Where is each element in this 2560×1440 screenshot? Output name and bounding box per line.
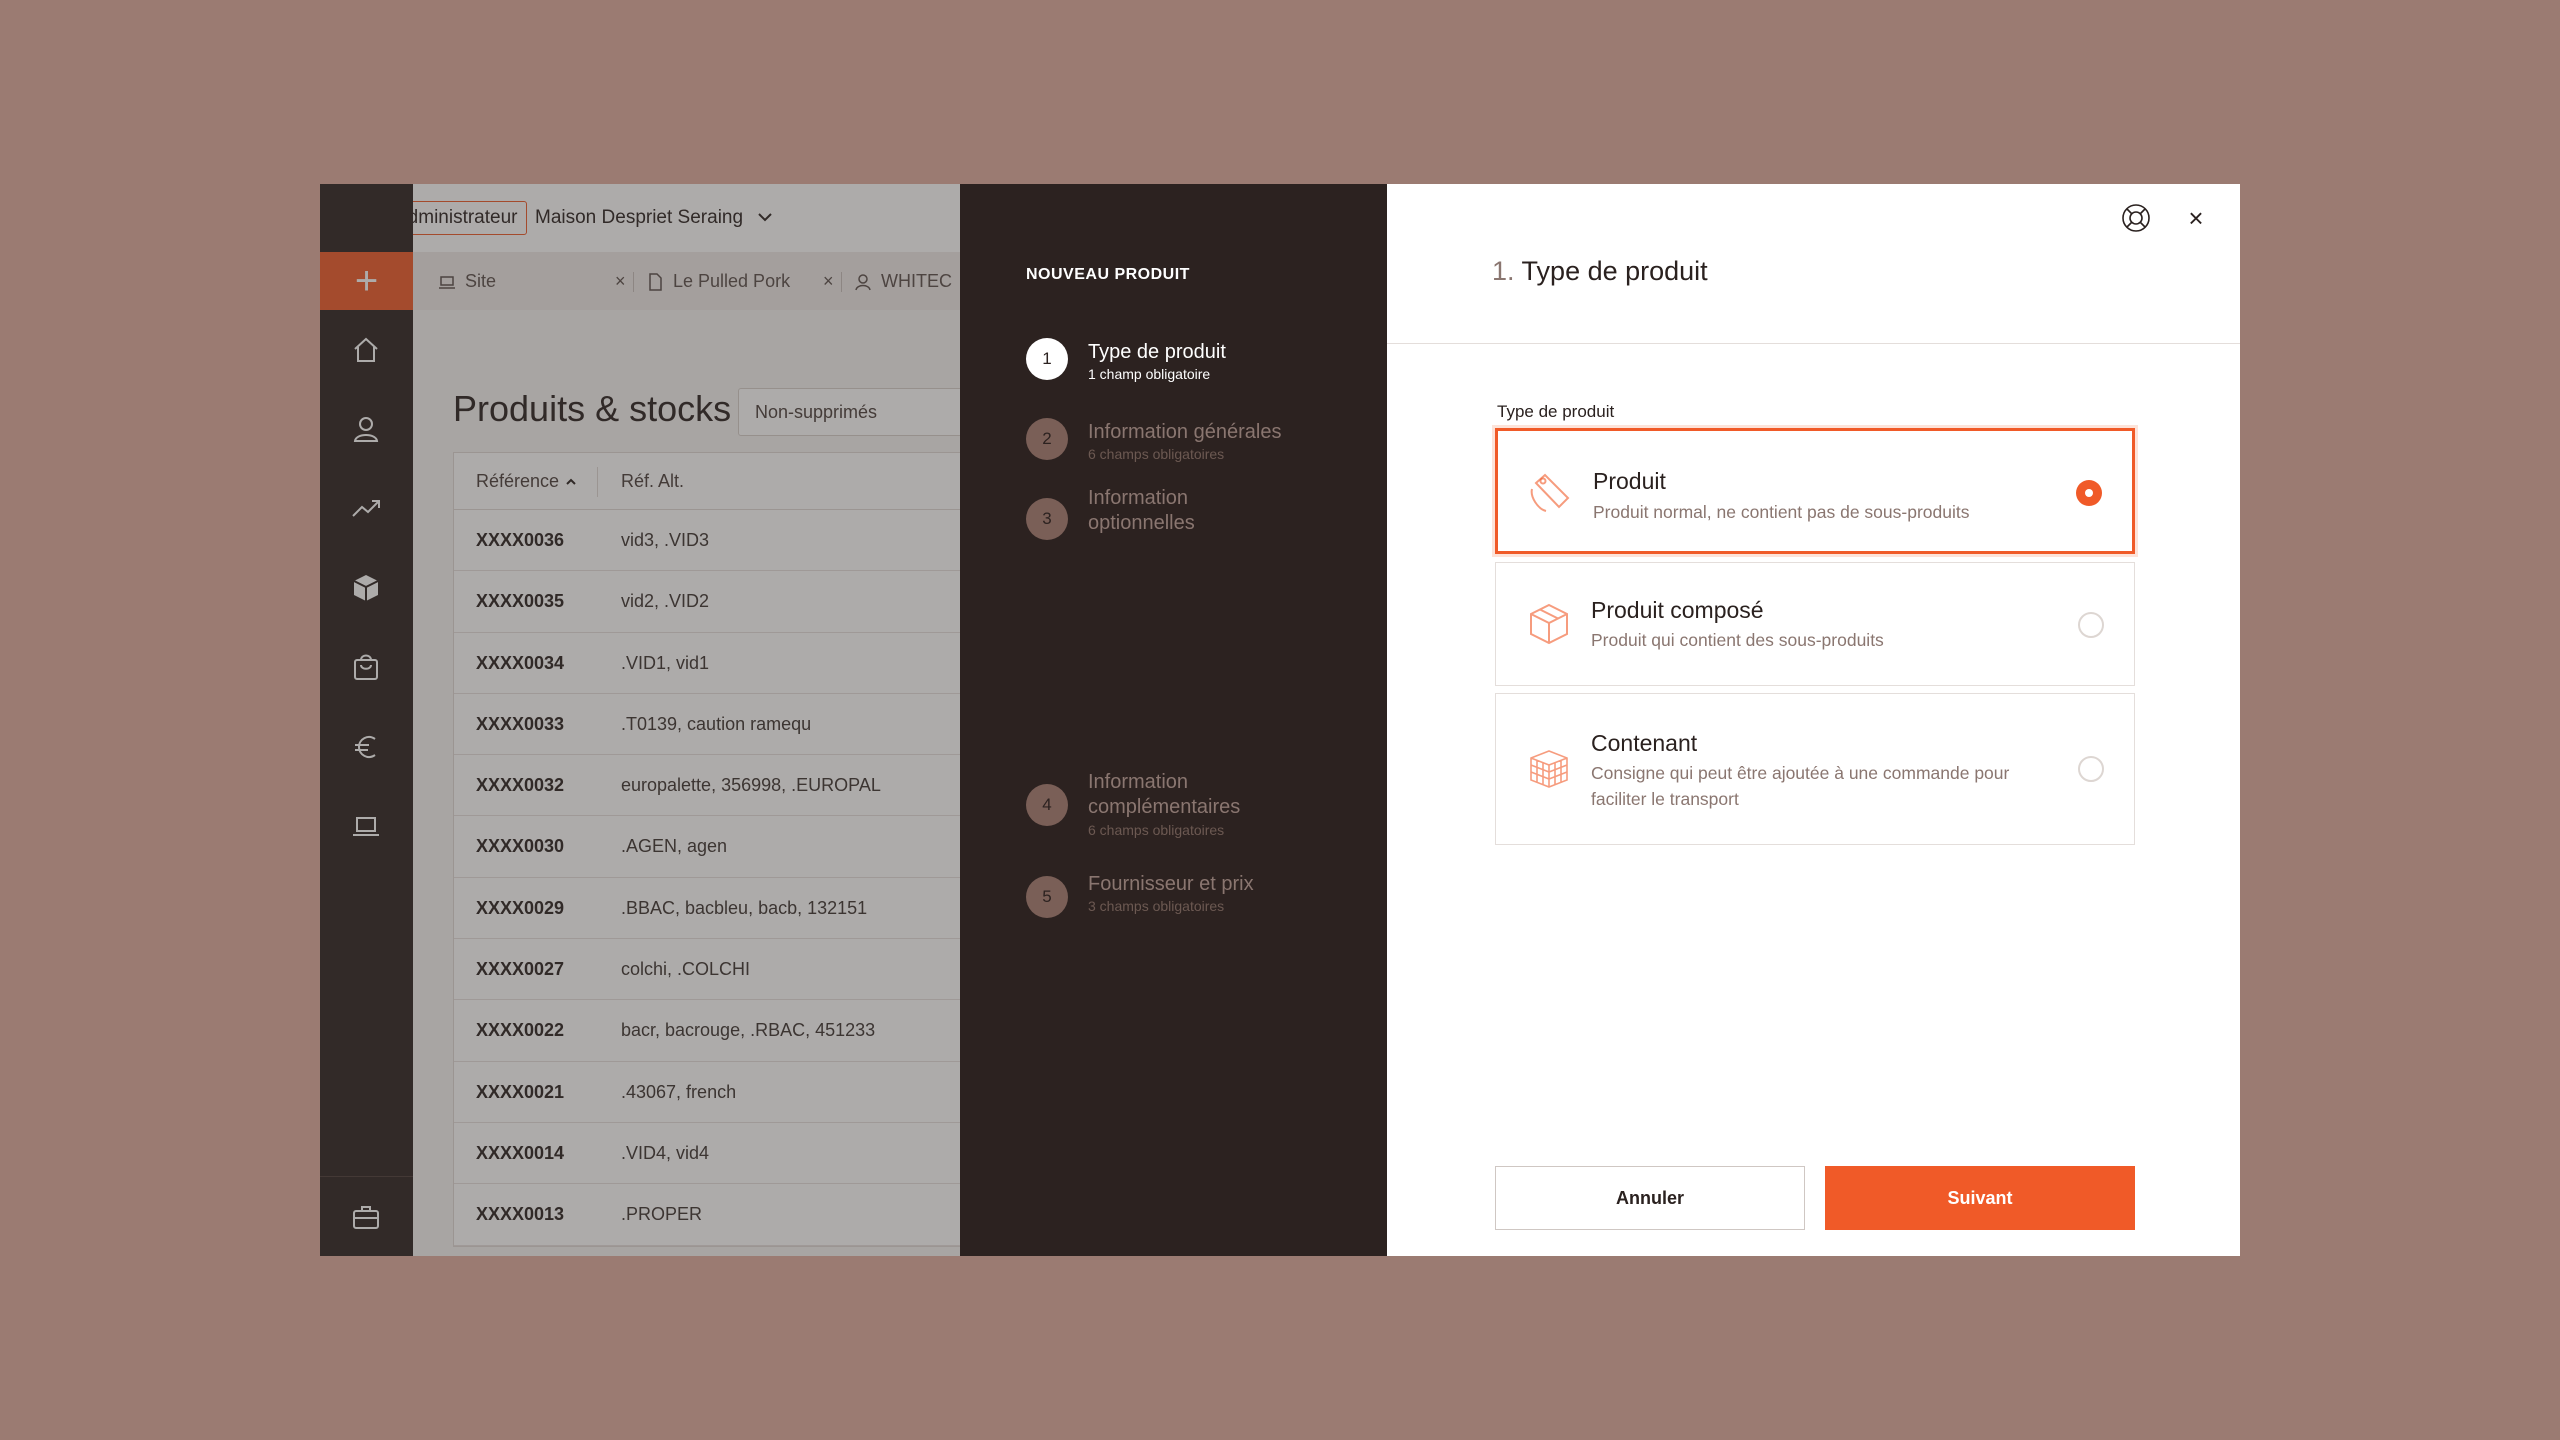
modal-title: 1. Type de produit [1492,256,1708,287]
radio-selected[interactable] [2076,480,2102,506]
step-sub: 6 champs obligatoires [1088,822,1225,838]
cancel-button[interactable]: Annuler [1495,1166,1805,1230]
modal-header: × 1. Type de produit [1387,184,2240,344]
step-number: 5 [1026,876,1068,918]
step-sub: 1 champ obligatoire [1088,366,1211,382]
option-description: Consigne qui peut être ajoutée à une com… [1591,763,2010,809]
option-title: Contenant [1591,730,1698,756]
tag-icon [1530,473,1570,512]
option-title: Produit composé [1591,597,1764,623]
crate-icon [1530,750,1568,788]
step-label: Information générales [1088,421,1282,443]
step-number: 4 [1026,784,1068,826]
option-produit[interactable]: Produit Produit normal, ne contient pas … [1495,428,2135,554]
background-app: Administrateur Maison Despriet Seraing + [320,184,960,1256]
wizard-title: NOUVEAU PRODUIT [1026,266,1190,283]
step-number: 1. [1492,256,1515,286]
option-description: Produit qui contient des sous-produits [1591,630,1884,650]
next-button[interactable]: Suivant [1825,1166,2135,1230]
wizard-stepper: NOUVEAU PRODUIT 1 Type de produit 1 cham… [960,184,1387,1256]
option-title: Produit [1593,468,1666,494]
step-label: Type de produit [1088,341,1226,363]
step-number: 3 [1026,498,1068,540]
step-label: Information optionnelles [1088,487,1195,534]
modal-backdrop[interactable] [320,184,960,1256]
field-label: Type de produit [1497,402,1615,421]
radio-unselected[interactable] [2078,612,2104,638]
step-number: 1 [1026,338,1068,380]
step-label: Information complémentaires [1088,771,1241,818]
product-type-modal: × 1. Type de produit Type de produit Pro… [1387,184,2240,1256]
step-number: 2 [1026,418,1068,460]
app-window: Administrateur Maison Despriet Seraing + [320,184,2240,1256]
option-description: Produit normal, ne contient pas de sous-… [1593,502,1970,522]
option-contenant[interactable]: Contenant Consigne qui peut être ajoutée… [1495,693,2135,845]
help-icon[interactable] [2120,202,2152,234]
step-sub: 3 champs obligatoires [1088,898,1225,914]
step-title: Type de produit [1521,256,1708,286]
option-produit-compose[interactable]: Produit composé Produit qui contient des… [1495,562,2135,686]
radio-unselected[interactable] [2078,756,2104,782]
close-icon[interactable]: × [2182,204,2210,232]
step-label: Fournisseur et prix [1088,873,1254,895]
box-icon [1530,603,1568,645]
step-sub: 6 champs obligatoires [1088,446,1225,462]
